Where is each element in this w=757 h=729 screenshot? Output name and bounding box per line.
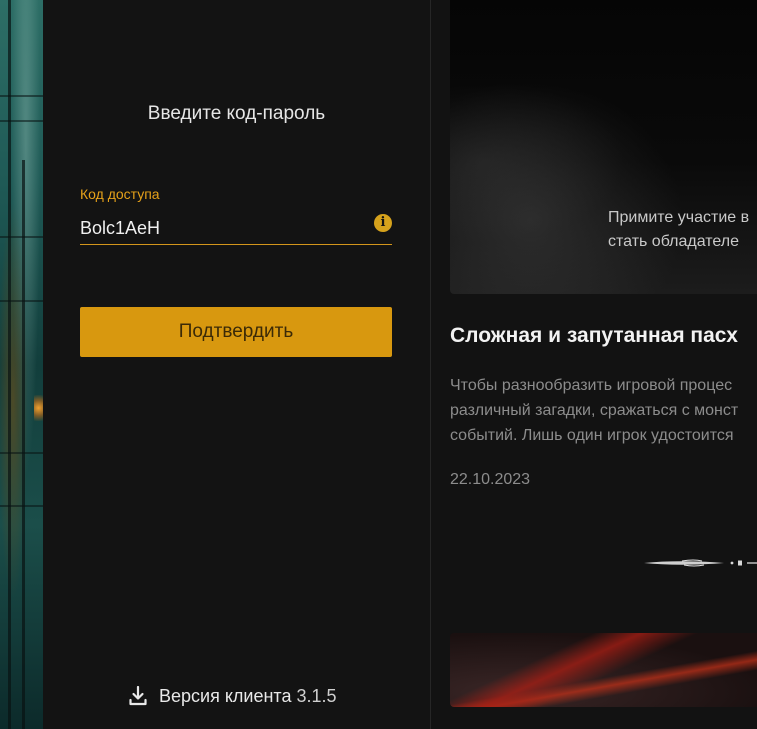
launcher-window: Введите код-пароль Код доступа i Подтвер… bbox=[0, 0, 757, 729]
download-icon bbox=[129, 686, 147, 706]
confirm-button[interactable]: Подтвердить bbox=[80, 307, 392, 357]
login-title: Введите код-пароль bbox=[147, 103, 326, 124]
news-body-line: Чтобы разнообразить игровой процес bbox=[450, 377, 733, 394]
client-version-number: 3.1.5 bbox=[296, 685, 337, 706]
background-artwork bbox=[0, 0, 43, 729]
news-banner-image[interactable]: Примите участие в стать обладателе bbox=[450, 0, 757, 294]
client-version[interactable]: Версия клиента 3.1.5 bbox=[129, 684, 337, 708]
news-body-line: различный загадки, сражаться с монст bbox=[450, 402, 739, 419]
news-body: Чтобы разнообразить игровой процес разли… bbox=[450, 373, 757, 448]
client-version-label: Версия клиента bbox=[159, 685, 292, 706]
info-icon[interactable]: i bbox=[374, 214, 392, 232]
access-code-input[interactable] bbox=[80, 213, 392, 245]
news-date: 22.10.2023 bbox=[450, 471, 531, 488]
news-second-image[interactable] bbox=[450, 633, 757, 707]
news-title[interactable]: Сложная и запутанная пасх bbox=[450, 324, 738, 348]
news-feed: Примите участие в стать обладателе Сложн… bbox=[431, 0, 757, 729]
news-banner-caption: Примите участие в стать обладателе bbox=[608, 209, 750, 250]
access-code-label: Код доступа bbox=[80, 186, 160, 202]
news-body-line: событий. Лишь один игрок удостоится bbox=[450, 427, 734, 444]
ornament-divider bbox=[644, 559, 757, 567]
login-panel: Введите код-пароль Код доступа i Подтвер… bbox=[43, 0, 430, 729]
